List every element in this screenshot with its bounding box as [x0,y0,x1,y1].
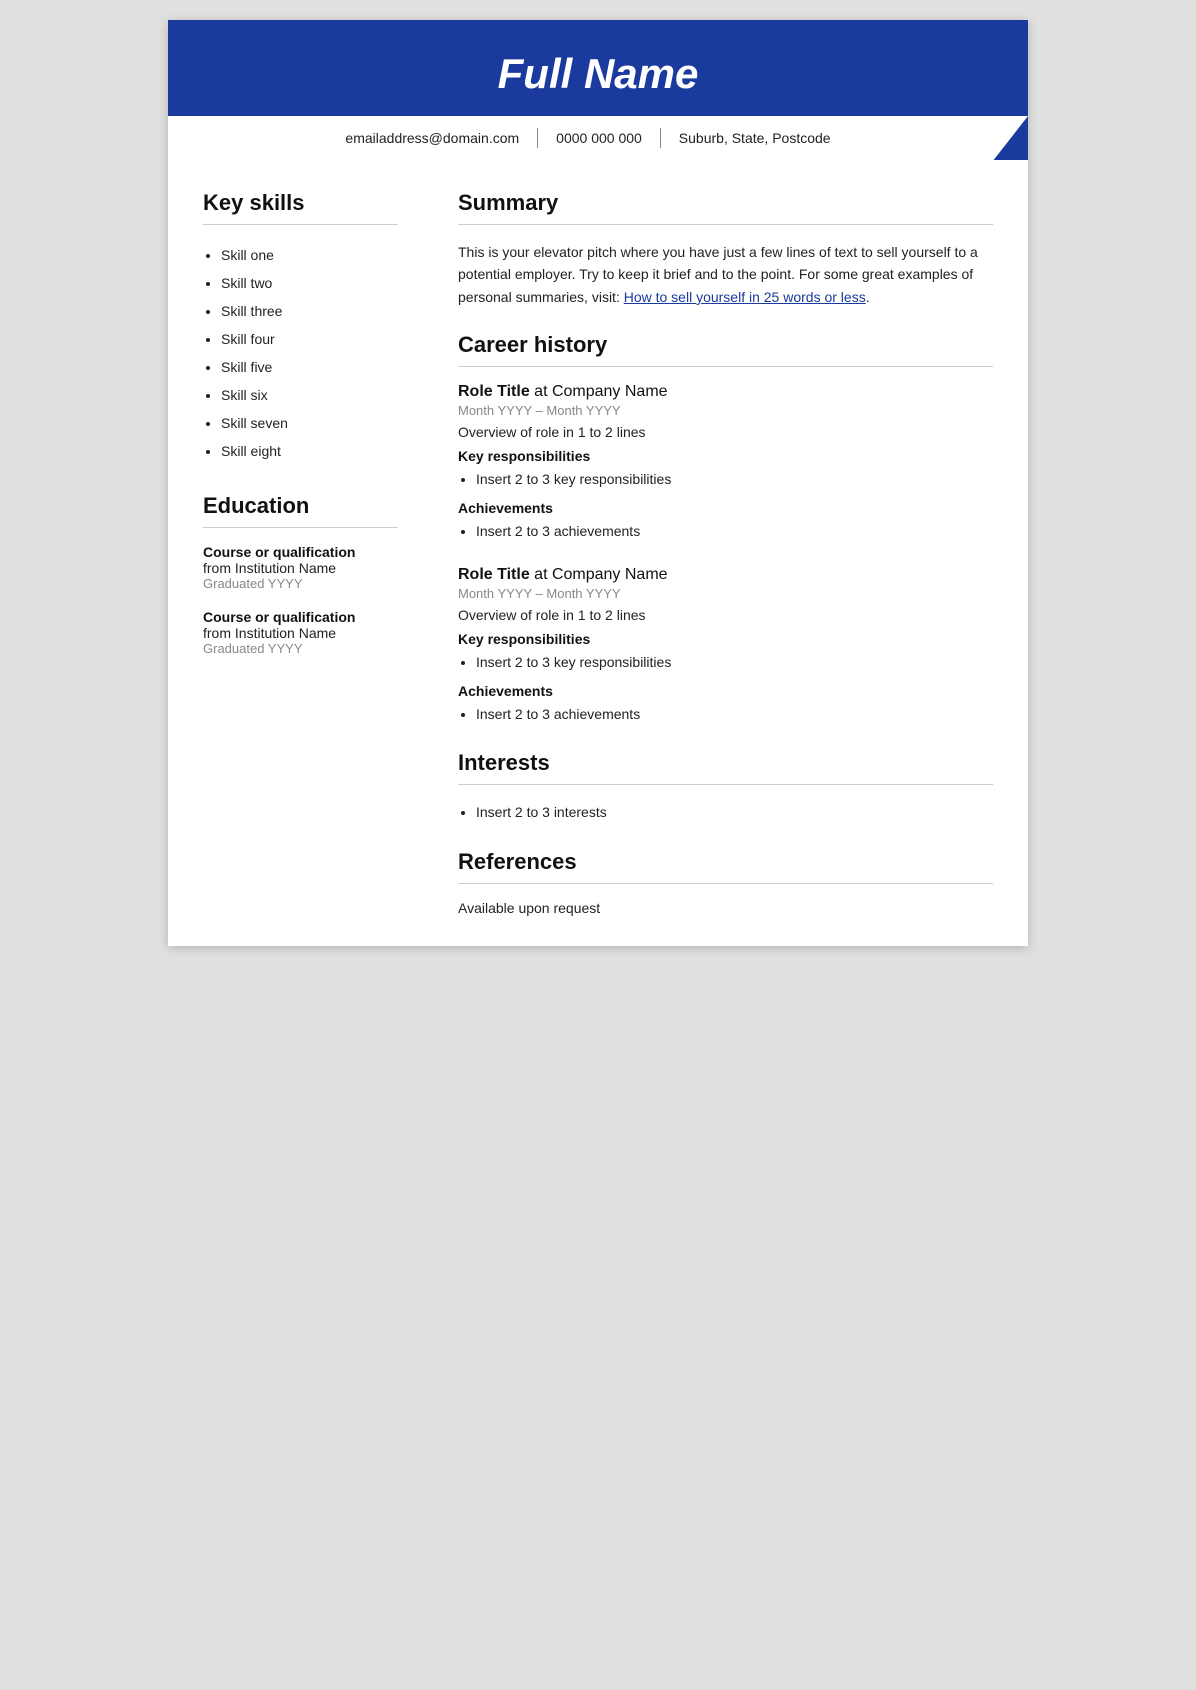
responsibilities-title: Key responsibilities [458,631,993,647]
full-name: Full Name [208,50,988,116]
separator-1 [537,128,538,148]
edu-institution: from Institution Name [203,625,398,641]
references-title: References [458,849,993,875]
job-title-line: Role Title at Company Name [458,566,993,584]
phone: 0000 000 000 [556,130,642,146]
achievement-item: Insert 2 to 3 achievements [476,703,993,727]
skill-item: Skill five [221,353,398,381]
achievement-item: Insert 2 to 3 achievements [476,520,993,544]
interests-section: Interests Insert 2 to 3 interests [458,750,993,825]
edu-institution: from Institution Name [203,560,398,576]
summary-text: This is your elevator pitch where you ha… [458,241,993,308]
job-entry: Role Title at Company Name Month YYYY – … [458,566,993,727]
responsibilities-title: Key responsibilities [458,448,993,464]
job-overview: Overview of role in 1 to 2 lines [458,424,993,440]
location: Suburb, State, Postcode [679,130,831,146]
references-divider [458,883,993,884]
left-column: Key skills Skill oneSkill twoSkill three… [168,190,428,916]
skill-item: Skill one [221,241,398,269]
achievements-title: Achievements [458,500,993,516]
skills-list: Skill oneSkill twoSkill threeSkill fourS… [203,241,398,465]
resume-document: Full Name emailaddress@domain.com 0000 0… [168,20,1028,946]
email: emailaddress@domain.com [345,130,519,146]
career-section: Career history Role Title at Company Nam… [458,332,993,726]
interests-divider [458,784,993,785]
job-role-rest: at Company Name [530,566,668,583]
edu-graduated: Graduated YYYY [203,576,398,591]
job-title-line: Role Title at Company Name [458,383,993,401]
responsibilities-list: Insert 2 to 3 key responsibilities [458,651,993,675]
career-divider [458,366,993,367]
summary-section: Summary This is your elevator pitch wher… [458,190,993,308]
main-content: Key skills Skill oneSkill twoSkill three… [168,160,1028,946]
education-divider [203,527,398,528]
education-title: Education [203,493,398,519]
skill-item: Skill three [221,297,398,325]
separator-2 [660,128,661,148]
skills-title: Key skills [203,190,398,216]
skills-section: Key skills Skill oneSkill twoSkill three… [203,190,398,465]
education-entry: Course or qualification from Institution… [203,544,398,591]
interest-item: Insert 2 to 3 interests [476,801,993,825]
achievements-list: Insert 2 to 3 achievements [458,703,993,727]
summary-title: Summary [458,190,993,216]
references-text: Available upon request [458,900,993,916]
education-entry: Course or qualification from Institution… [203,609,398,656]
edu-graduated: Graduated YYYY [203,641,398,656]
skill-item: Skill two [221,269,398,297]
responsibility-item: Insert 2 to 3 key responsibilities [476,651,993,675]
education-entries: Course or qualification from Institution… [203,544,398,656]
job-overview: Overview of role in 1 to 2 lines [458,607,993,623]
skills-divider [203,224,398,225]
summary-link[interactable]: How to sell yourself in 25 words or less [624,289,866,305]
skill-item: Skill four [221,325,398,353]
contact-bar: emailaddress@domain.com 0000 000 000 Sub… [168,116,1028,160]
job-dates: Month YYYY – Month YYYY [458,403,993,418]
header-section: Full Name emailaddress@domain.com 0000 0… [168,20,1028,160]
right-column: Summary This is your elevator pitch wher… [428,190,1028,916]
summary-divider [458,224,993,225]
job-role-rest: at Company Name [530,383,668,400]
skill-item: Skill eight [221,437,398,465]
job-dates: Month YYYY – Month YYYY [458,586,993,601]
career-title: Career history [458,332,993,358]
education-section: Education Course or qualification from I… [203,493,398,656]
job-role-bold: Role Title [458,566,530,583]
responsibility-item: Insert 2 to 3 key responsibilities [476,468,993,492]
responsibilities-list: Insert 2 to 3 key responsibilities [458,468,993,492]
references-section: References Available upon request [458,849,993,916]
achievements-list: Insert 2 to 3 achievements [458,520,993,544]
skill-item: Skill six [221,381,398,409]
skill-item: Skill seven [221,409,398,437]
achievements-title: Achievements [458,683,993,699]
career-jobs: Role Title at Company Name Month YYYY – … [458,383,993,726]
edu-course: Course or qualification [203,544,398,560]
job-role-bold: Role Title [458,383,530,400]
interests-list: Insert 2 to 3 interests [458,801,993,825]
edu-course: Course or qualification [203,609,398,625]
interests-title: Interests [458,750,993,776]
job-entry: Role Title at Company Name Month YYYY – … [458,383,993,544]
